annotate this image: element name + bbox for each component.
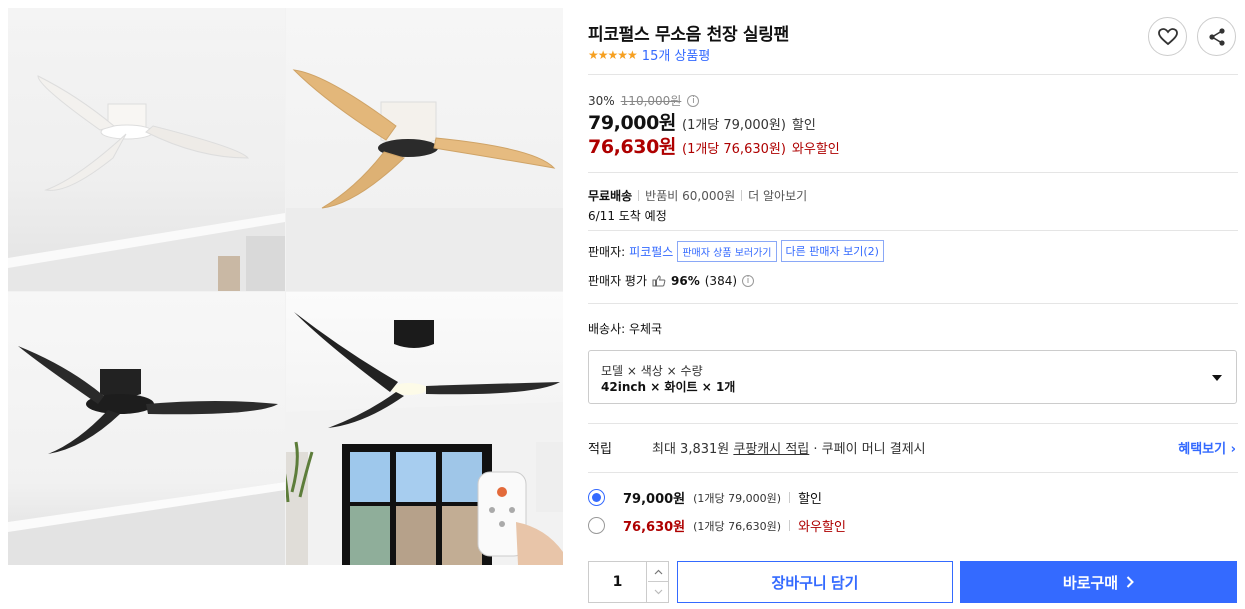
option-price: 76,630원: [623, 520, 686, 535]
price-option-regular[interactable]: 79,000원 (1개당 79,000원) 할인: [588, 488, 822, 507]
reward-suffix: · 쿠페이 머니 결제시: [809, 442, 926, 457]
shipping-more-link[interactable]: 더 알아보기: [748, 187, 807, 204]
increase-quantity-button[interactable]: [648, 562, 669, 582]
product-image-gallery[interactable]: [8, 8, 563, 565]
product-image-black-fan[interactable]: [8, 292, 285, 565]
reward-label: 적립: [588, 442, 612, 457]
option-label: 모델 × 색상 × 수량: [601, 364, 703, 378]
star-rating-icon: ★★★★★: [588, 47, 638, 62]
discount-info: 30% 110,000원 i: [588, 92, 700, 109]
divider: [588, 230, 1238, 231]
rating-summary[interactable]: ★★★★★ 15개 상품평: [588, 45, 711, 65]
black-fan-room-illustration: [286, 312, 563, 565]
seller-rating-count: (384): [704, 273, 738, 288]
divider: [588, 172, 1238, 173]
original-price: 110,000원: [620, 94, 682, 108]
product-image-wood-fan[interactable]: [286, 8, 563, 291]
chevron-up-icon: [654, 569, 663, 574]
white-fan-illustration: [8, 75, 285, 291]
shipping-info: 무료배송 반품비 60,000원 더 알아보기: [588, 187, 807, 204]
chevron-right-icon: [1126, 576, 1135, 588]
benefit-link[interactable]: 혜택보기 ›: [1178, 438, 1236, 457]
option-label: 할인: [798, 492, 822, 507]
product-detail-panel: 피코펄스 무소음 천장 실링팬 ★★★★★ 15개 상품평 30% 110,00…: [588, 0, 1238, 609]
info-icon[interactable]: i: [742, 274, 755, 287]
free-shipping: 무료배송: [588, 189, 633, 203]
product-image-black-fan-remote[interactable]: [286, 292, 563, 565]
seller-rating: 판매자 평가 96% (384) i: [588, 272, 755, 289]
add-to-cart-button[interactable]: 장바구니 담기: [677, 561, 953, 603]
decrease-quantity-button[interactable]: [648, 582, 669, 602]
price-option-wow[interactable]: 76,630원 (1개당 76,630원) 와우할인: [588, 516, 846, 535]
shipping-carrier: 배송사: 우체국: [588, 322, 663, 336]
wow-label: 와우할인: [791, 142, 840, 157]
heart-icon: [1157, 27, 1178, 45]
seller-name-link[interactable]: 피코펄스: [629, 243, 673, 260]
wood-fan-illustration: [286, 69, 563, 291]
option-value: 42inch × 화이트 × 1개: [601, 380, 736, 394]
sale-price-row: 79,000원 (1개당 79,000원) 할인: [588, 108, 816, 135]
quantity-input[interactable]: 1: [589, 562, 647, 602]
wow-unit-price: (1개당 76,630원): [682, 142, 786, 157]
chevron-down-icon: [1212, 375, 1222, 381]
seller-info: 판매자: 피코펄스 판매자 상품 보러가기 다른 판매자 보기(2): [588, 240, 884, 262]
arrival-date: 6/11 도착 예정: [588, 209, 667, 223]
radio-selected[interactable]: [588, 489, 605, 506]
option-unit-price: (1개당 79,000원): [693, 491, 782, 505]
option-select[interactable]: 모델 × 색상 × 수량 42inch × 화이트 × 1개: [588, 350, 1237, 404]
product-image-white-fan[interactable]: [8, 8, 285, 291]
divider: [588, 472, 1238, 473]
review-count-link[interactable]: 15개 상품평: [642, 45, 711, 64]
chevron-down-icon: [654, 589, 663, 595]
thumbs-up-icon: [652, 274, 666, 286]
discount-rate: 30%: [588, 93, 615, 108]
buy-now-button[interactable]: 바로구매: [960, 561, 1237, 603]
buy-now-label: 바로구매: [1062, 574, 1119, 592]
separator: [638, 190, 640, 201]
reward-prefix: 최대 3,831원: [652, 442, 734, 457]
separator: [789, 492, 791, 503]
option-label: 와우할인: [798, 520, 846, 535]
info-icon[interactable]: i: [687, 94, 700, 107]
wishlist-button[interactable]: [1148, 17, 1187, 56]
black-fan-illustration: [8, 346, 285, 565]
separator: [741, 190, 743, 201]
share-button[interactable]: [1197, 17, 1236, 56]
radio-unselected[interactable]: [588, 517, 605, 534]
divider: [588, 74, 1238, 75]
sale-label: 할인: [791, 118, 816, 133]
seller-products-button[interactable]: 판매자 상품 보러가기: [677, 240, 777, 262]
product-title: 피코펄스 무소음 천장 실링팬: [588, 25, 789, 45]
coupang-cash-link[interactable]: 쿠팡캐시 적립: [733, 442, 809, 457]
seller-label: 판매자:: [588, 244, 626, 259]
reward-description: 최대 3,831원 쿠팡캐시 적립 · 쿠페이 머니 결제시: [652, 438, 926, 457]
sale-price: 79,000원: [588, 112, 676, 134]
sale-unit-price: (1개당 79,000원): [682, 118, 786, 133]
quantity-stepper[interactable]: 1: [588, 561, 669, 603]
return-fee: 반품비 60,000원: [645, 189, 736, 203]
other-sellers-button[interactable]: 다른 판매자 보기(2): [780, 240, 884, 262]
wow-price-row: 76,630원 (1개당 76,630원) 와우할인: [588, 132, 840, 159]
share-icon: [1208, 27, 1225, 46]
option-price: 79,000원: [623, 492, 686, 507]
option-unit-price: (1개당 76,630원): [693, 519, 782, 533]
divider: [588, 423, 1238, 424]
wow-price: 76,630원: [588, 136, 676, 158]
divider: [588, 303, 1238, 304]
seller-rating-label: 판매자 평가: [588, 274, 648, 288]
separator: [789, 520, 791, 531]
seller-rating-percent: 96%: [671, 273, 700, 288]
